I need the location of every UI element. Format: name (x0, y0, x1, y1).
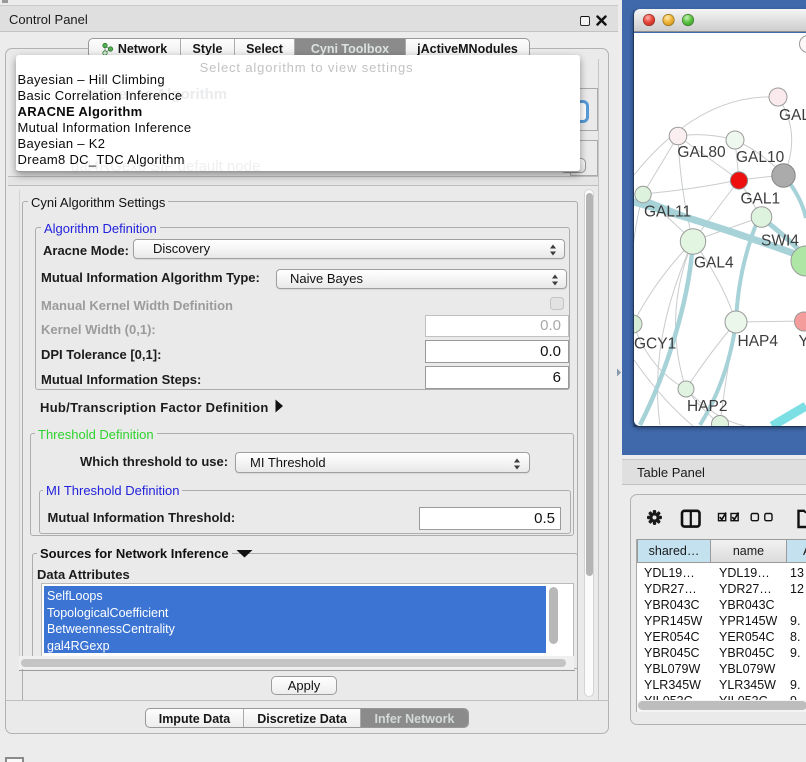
svg-text:GAL11: GAL11 (644, 204, 691, 221)
svg-text:GCY1: GCY1 (634, 336, 676, 353)
svg-text:SWI4: SWI4 (761, 233, 799, 250)
svg-text:GAL1: GAL1 (741, 191, 781, 208)
svg-text:HAP2: HAP2 (687, 398, 728, 415)
svg-text:HAP4: HAP4 (738, 333, 779, 350)
svg-text:GAL80: GAL80 (677, 144, 726, 161)
svg-text:GAL7: GAL7 (779, 107, 806, 124)
svg-text:GAL4: GAL4 (694, 255, 734, 272)
svg-text:Y: Y (799, 333, 806, 350)
svg-text:GAL10: GAL10 (736, 149, 785, 166)
